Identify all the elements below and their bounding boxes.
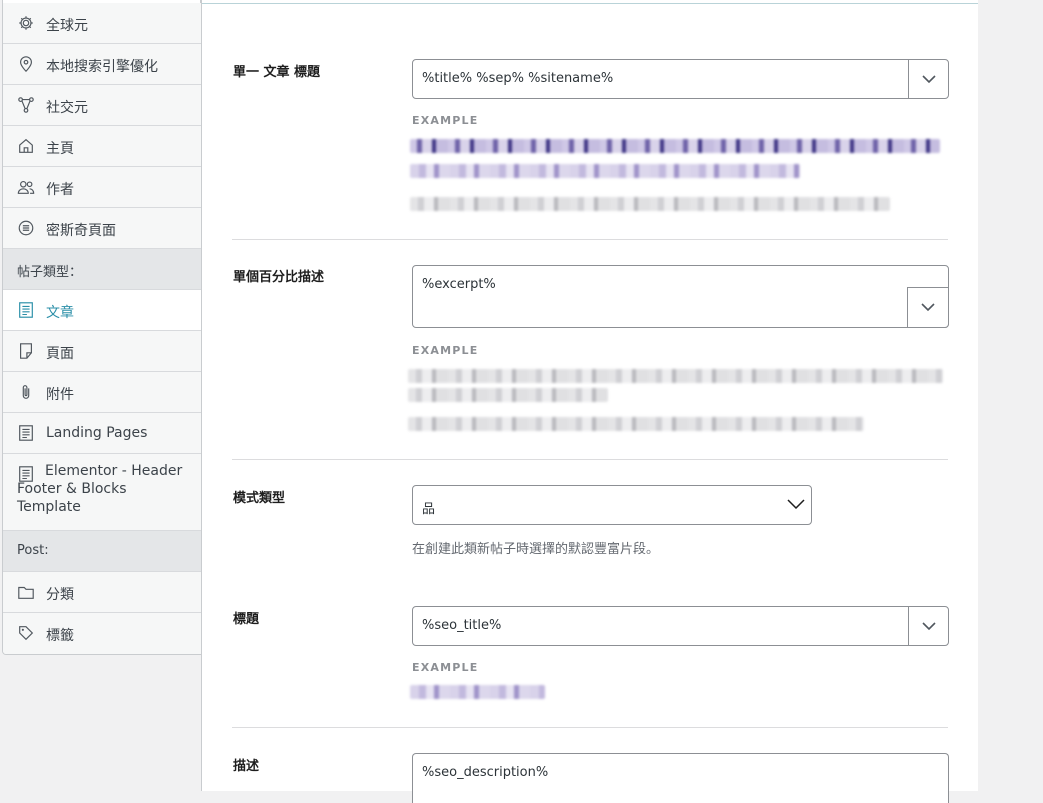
gear-icon [17,14,35,32]
sidebar-item-tags[interactable]: 標籤 [3,613,201,654]
sidebar-item-label: 標籤 [46,628,74,644]
sidebar-item-label: 分類 [46,587,74,603]
single-description-textarea[interactable]: %excerpt% [412,265,949,328]
selected-value: 品 [422,502,436,517]
field-value: %seo_description% [422,765,549,780]
sidebar-item-homepage[interactable]: 主頁 [3,126,201,167]
sidebar-item-posts[interactable]: 文章 [3,290,201,331]
field-value: %excerpt% [422,277,496,292]
sidebar-item-label: 本地搜索引擎優化 [46,59,158,75]
sidebar-item-pages[interactable]: 頁面 [3,331,201,372]
section-header-post-types: 帖子類型： [3,249,201,290]
example-label: EXAMPLE [412,661,479,674]
folder-icon [17,583,35,601]
sidebar-item-label: Elementor - Header Footer & Blocks Templ… [17,463,183,515]
document-icon [17,301,35,319]
example-preview-blurred [408,417,864,431]
example-label: EXAMPLE [412,344,479,357]
schema-type-help-text: 在創建此類新帖子時選擇的默認豐富片段。 [412,542,660,557]
sidebar-item-local-seo[interactable]: 本地搜索引擎優化 [3,44,201,85]
sidebar-item-label: 頁面 [46,346,74,362]
section-header-label: 帖子類型： [17,265,83,280]
variables-dropdown-button[interactable] [907,287,949,328]
sidebar-item-label: 社交元 [46,100,88,116]
row-divider [232,459,948,460]
example-label: EXAMPLE [412,114,479,127]
seo-title-input[interactable]: %seo_title% [412,606,949,646]
sidebar-item-label: 全球元 [46,18,88,34]
single-post-title-input[interactable]: %title% %sep% %sitename% [412,59,949,99]
top-border [202,3,978,4]
variables-dropdown-button[interactable] [908,607,948,645]
seo-description-textarea[interactable]: %seo_description% [412,753,949,803]
chevron-down-icon [921,74,936,83]
chevron-down-icon [787,499,805,510]
sidebar-item-label: 文章 [46,305,74,321]
field-label-single-post-title: 單一 文章 標題 [233,65,321,80]
circle-list-icon [17,219,35,237]
sidebar-item-landing-pages[interactable]: Landing Pages [3,413,201,454]
field-label-single-description: 單個百分比描述 [233,270,325,285]
chevron-down-icon [921,303,935,312]
chevron-down-icon [921,621,936,630]
field-value: %seo_title% [422,618,502,633]
paperclip-icon [17,383,35,401]
sidebar-item-global-meta[interactable]: 全球元 [3,3,201,44]
section-header-post: Post: [3,531,201,572]
field-value: %title% %sep% %sitename% [422,71,614,86]
document-icon [17,424,35,442]
example-preview-blurred [410,685,545,699]
sidebar-item-elementor-template[interactable]: Elementor - Header Footer & Blocks Templ… [3,454,201,531]
sidebar-item-label: Landing Pages [46,425,148,441]
field-label-schema-type: 模式類型 [233,491,286,506]
sidebar-item-attachments[interactable]: 附件 [3,372,201,413]
schema-type-select[interactable]: 品 [412,485,812,525]
example-preview-blurred [410,164,800,178]
field-label-title: 標題 [233,612,260,627]
sidebar-item-categories[interactable]: 分類 [3,572,201,613]
share-nodes-icon [17,96,35,114]
location-pin-icon [17,55,35,73]
settings-sidebar: 全球元 本地搜索引擎優化 社交元 主頁 作者 密斯奇頁面 帖子類型： 文章 頁面… [2,0,201,655]
example-preview-blurred [408,388,608,402]
sidebar-item-misc-pages[interactable]: 密斯奇頁面 [3,208,201,249]
users-icon [17,178,35,196]
field-label-description: 描述 [233,759,260,774]
example-preview-blurred [410,197,890,211]
row-divider [232,239,948,240]
page-icon [17,342,35,360]
sidebar-item-label: 作者 [46,182,74,198]
section-header-label: Post: [17,543,49,558]
variables-dropdown-button[interactable] [908,60,948,98]
sidebar-item-authors[interactable]: 作者 [3,167,201,208]
settings-panel: 單一 文章 標題 %title% %sep% %sitename% EXAMPL… [201,0,978,803]
sidebar-item-label: 密斯奇頁面 [46,223,116,239]
example-preview-blurred [408,369,943,383]
sidebar-item-social-meta[interactable]: 社交元 [3,85,201,126]
example-preview-blurred [410,139,940,153]
sidebar-item-label: 主頁 [46,141,74,157]
home-icon [17,137,35,155]
tag-icon [17,624,35,642]
sidebar-item-label: 附件 [46,387,74,403]
row-divider [232,727,948,728]
